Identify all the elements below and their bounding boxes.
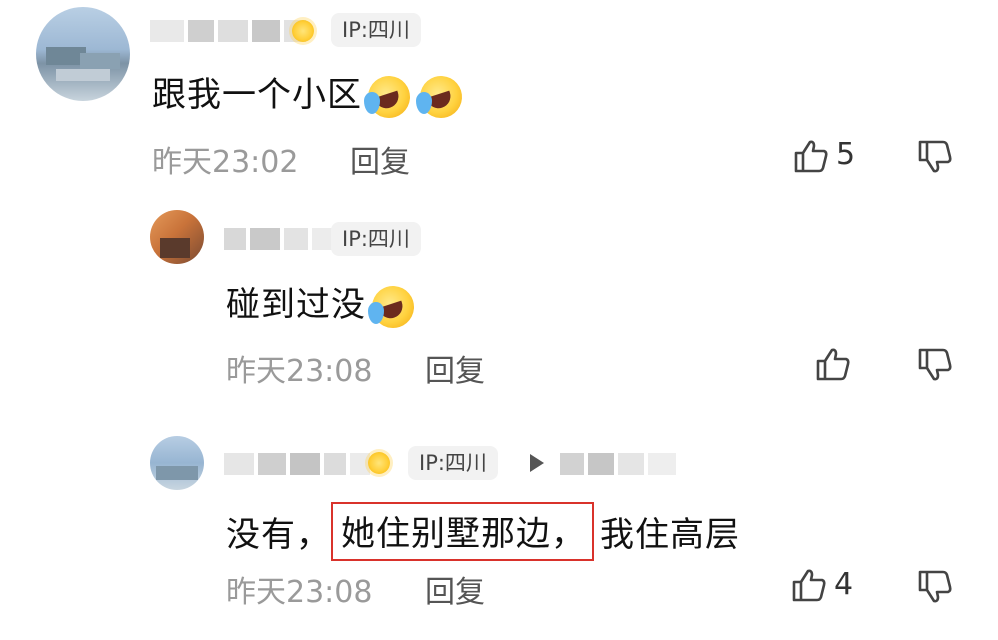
comment-text-body: 碰到过没 bbox=[226, 285, 366, 325]
reply-target-username-blurred[interactable] bbox=[560, 451, 676, 477]
username-blurred[interactable] bbox=[224, 451, 370, 477]
avatar[interactable] bbox=[150, 210, 204, 264]
highlighted-text: 她住别墅那边， bbox=[331, 502, 594, 561]
username-blurred[interactable] bbox=[150, 18, 306, 44]
username-blurred[interactable] bbox=[224, 226, 332, 252]
timestamp: 昨天23:08 bbox=[226, 575, 373, 610]
thumbs-down-icon[interactable] bbox=[917, 348, 953, 382]
comment-text: 没有， 她住别墅那边， 我住高层 bbox=[226, 502, 740, 561]
ip-badge: IP:四川 bbox=[408, 446, 498, 480]
comment-text-after: 我住高层 bbox=[600, 515, 740, 555]
reply-button[interactable]: 回复 bbox=[350, 137, 410, 181]
laughing-crying-emoji-icon bbox=[414, 70, 468, 123]
avatar[interactable] bbox=[36, 7, 130, 101]
sun-badge-icon bbox=[368, 452, 390, 474]
laughing-crying-emoji-icon bbox=[366, 280, 420, 333]
comment-text-body: 跟我一个小区 bbox=[152, 75, 362, 115]
thumbs-up-icon[interactable] bbox=[793, 139, 829, 173]
timestamp: 昨天23:02 bbox=[152, 145, 299, 180]
thumbs-down-icon[interactable] bbox=[917, 140, 953, 174]
thumbs-up-icon[interactable] bbox=[815, 347, 851, 381]
ip-badge: IP:四川 bbox=[331, 13, 421, 47]
reply-button[interactable]: 回复 bbox=[425, 567, 485, 611]
timestamp: 昨天23:08 bbox=[226, 354, 373, 389]
sun-badge-icon bbox=[292, 20, 314, 42]
comment-text: 碰到过没 bbox=[226, 277, 420, 333]
thumbs-up-icon[interactable] bbox=[791, 568, 827, 602]
reply-button[interactable]: 回复 bbox=[425, 346, 485, 390]
thumbs-down-icon[interactable] bbox=[917, 570, 953, 604]
laughing-crying-emoji-icon bbox=[362, 70, 416, 123]
comment-text: 跟我一个小区 bbox=[152, 67, 468, 123]
comment-text-before: 没有， bbox=[226, 515, 331, 555]
ip-badge: IP:四川 bbox=[331, 222, 421, 256]
play-arrow-icon bbox=[528, 452, 546, 474]
like-count: 4 bbox=[834, 567, 854, 602]
avatar[interactable] bbox=[150, 436, 204, 490]
like-count: 5 bbox=[836, 137, 856, 172]
